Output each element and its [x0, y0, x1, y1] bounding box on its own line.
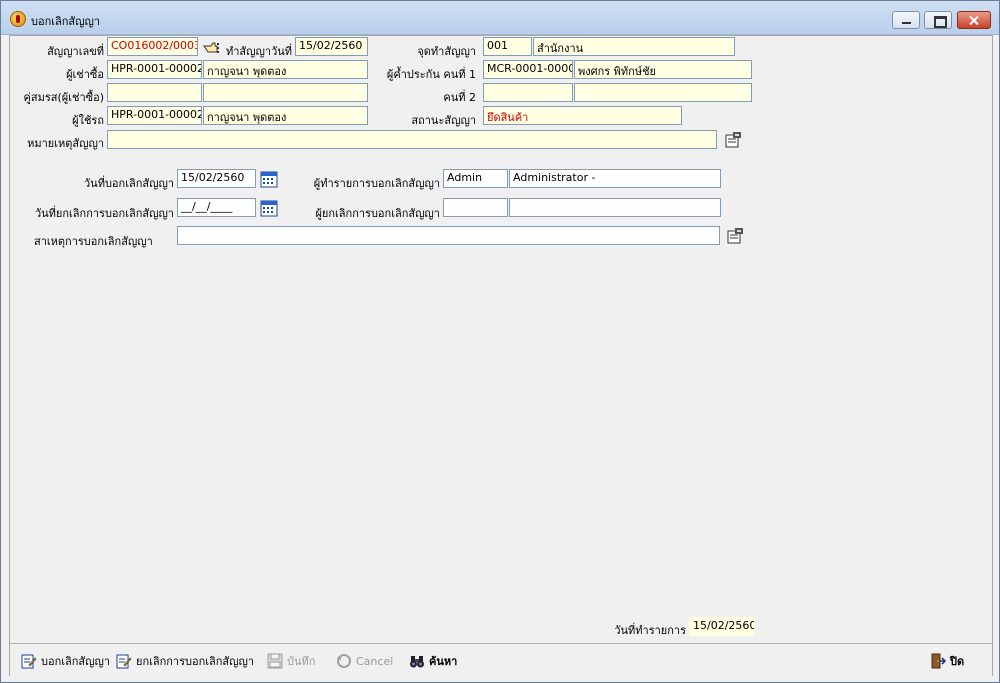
contract-date-field[interactable]: 15/02/2560: [295, 37, 368, 56]
cancel-reason-label: สาเหตุการบอกเลิกสัญญา: [34, 235, 153, 248]
cancel-button[interactable]: Cancel: [336, 652, 393, 670]
title-bar[interactable]: บอกเลิกสัญญา: [1, 1, 999, 35]
minimize-button[interactable]: [892, 11, 920, 29]
save-label: บันทึก: [287, 655, 316, 668]
revoker-code-field[interactable]: [443, 198, 508, 217]
cancel-date-label: วันที่บอกเลิกสัญญา: [84, 177, 174, 190]
spouse-name-field[interactable]: [203, 83, 368, 102]
undo-icon: [337, 654, 351, 668]
guarantor1-code-field[interactable]: MCR-0001-00001: [483, 60, 573, 79]
cancel-recorder-code-field[interactable]: Admin: [443, 169, 508, 188]
close-label: ปิด: [950, 655, 965, 668]
guarantor1-label: ผู้ค้ำประกัน คนที่ 1: [386, 68, 476, 81]
contract-remark-field[interactable]: [107, 130, 717, 149]
lookup-pointer-icon[interactable]: [202, 39, 220, 57]
spouse-label: คู่สมรส(ผู้เช่าซื้อ): [23, 91, 104, 104]
save-button[interactable]: บันทึก: [267, 652, 315, 670]
calendar-icon[interactable]: [260, 199, 278, 217]
contract-number-field[interactable]: CO016002/0003: [107, 37, 198, 56]
cancel-recorder-label: ผู้ทำรายการบอกเลิกสัญญา: [313, 177, 440, 190]
car-user-code-field[interactable]: HPR-0001-00002: [107, 106, 202, 125]
guarantor2-code-field[interactable]: [483, 83, 573, 102]
revoke-date-label: วันที่ยกเลิกการบอกเลิกสัญญา: [34, 207, 174, 220]
reason-notes-icon[interactable]: [726, 227, 744, 245]
car-user-name-field[interactable]: กาญจนา พุดตอง: [203, 106, 368, 125]
spouse-code-field[interactable]: [107, 83, 202, 102]
form-area: สัญญาเลขที่ CO016002/0003 ทำสัญญาวันที่ …: [9, 35, 993, 676]
revoke-date-field[interactable]: __/__/____: [177, 198, 256, 217]
guarantor2-name-field[interactable]: [574, 83, 752, 102]
calendar-icon[interactable]: [260, 170, 278, 188]
contract-remark-label: หมายเหตุสัญญา: [27, 137, 104, 150]
maximize-button[interactable]: [924, 11, 952, 29]
cancel-reason-field[interactable]: [177, 226, 720, 245]
place-code-field[interactable]: 001: [483, 37, 532, 56]
close-window-button[interactable]: [957, 11, 991, 29]
exit-door-icon: [931, 653, 946, 669]
contract-status-label: สถานะสัญญา: [411, 114, 476, 127]
revoke-cancel-label: ยกเลิกการบอกเลิกสัญญา: [136, 655, 255, 668]
floppy-disk-icon: [267, 653, 283, 669]
revoker-name-field[interactable]: [509, 198, 721, 217]
search-button[interactable]: ค้นหา: [409, 652, 457, 670]
cancel-recorder-name-field[interactable]: Administrator -: [509, 169, 721, 188]
cancel-contract-label: บอกเลิกสัญญา: [41, 655, 111, 668]
remark-notes-icon[interactable]: [724, 131, 742, 149]
revoker-label: ผู้ยกเลิกการบอกเลิกสัญญา: [315, 207, 440, 220]
edit-document-icon: [21, 654, 37, 669]
main-window: บอกเลิกสัญญา สัญญาเลขที่ CO016002/0003 ท…: [0, 0, 1000, 683]
guarantor2-label: คนที่ 2: [443, 91, 476, 104]
window-title: บอกเลิกสัญญา: [31, 15, 101, 28]
binoculars-icon: [410, 656, 424, 668]
close-button[interactable]: ปิด: [930, 652, 964, 670]
revoke-cancel-button[interactable]: ยกเลิกการบอกเลิกสัญญา: [116, 652, 254, 670]
transaction-date-field: 15/02/2560: [689, 617, 755, 636]
renter-code-field[interactable]: HPR-0001-00002: [107, 60, 202, 79]
guarantor1-name-field[interactable]: พงศกร พิทักษ์ชัย: [574, 60, 752, 79]
money-bag-icon: [10, 11, 26, 27]
search-label: ค้นหา: [429, 655, 458, 668]
contract-number-label: สัญญาเลขที่: [47, 45, 104, 58]
renter-name-field[interactable]: กาญจนา พุดตอง: [203, 60, 368, 79]
car-user-label: ผู้ใช้รถ: [72, 114, 104, 127]
contract-status-field[interactable]: ยึดสินค้า: [483, 106, 682, 125]
cancel-date-field[interactable]: 15/02/2560: [177, 169, 256, 188]
cancel-contract-button[interactable]: บอกเลิกสัญญา: [21, 652, 110, 670]
transaction-date-label: วันที่ทำรายการ: [614, 624, 686, 637]
place-name-field[interactable]: สำนักงาน: [533, 37, 735, 56]
edit-document-icon: [116, 654, 132, 669]
renter-label: ผู้เช่าซื้อ: [66, 68, 104, 81]
contract-date-label: ทำสัญญาวันที่: [226, 45, 293, 58]
bottom-toolbar: บอกเลิกสัญญา ยกเลิกการบอกเลิกสัญญา บันทึ…: [10, 643, 992, 676]
contract-place-label: จุดทำสัญญา: [417, 45, 476, 58]
cancel-label: Cancel: [356, 654, 394, 668]
